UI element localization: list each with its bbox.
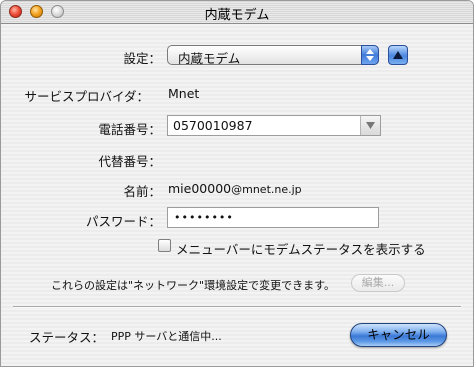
settings-popup-value: 内蔵モデム <box>178 51 241 66</box>
settings-label: 設定： <box>123 51 161 66</box>
triangle-up-icon <box>393 51 403 59</box>
disclosure-button[interactable] <box>388 45 408 65</box>
password-value: •••••••• <box>174 211 234 224</box>
status-value: PPP サーバと通信中... <box>111 330 222 343</box>
cancel-button[interactable]: キャンセル <box>350 323 447 347</box>
name-user: mie00000 <box>168 181 232 196</box>
settings-popup[interactable]: 内蔵モデム <box>167 45 379 66</box>
name-value: mie00000@mnet.ne.jp <box>168 181 302 196</box>
menubar-status-checkbox[interactable] <box>158 239 171 252</box>
title-bar: 内蔵モデム <box>1 1 473 24</box>
status-label: ステータス： <box>29 330 105 345</box>
phone-combo-box[interactable]: 0570010987 <box>167 115 381 136</box>
settings-note: これらの設定は"ネットワーク"環境設定で変更できます。 <box>51 279 336 292</box>
phone-label: 電話番号： <box>98 122 161 137</box>
password-label: パスワード： <box>85 214 161 229</box>
name-label: 名前： <box>123 184 161 199</box>
name-domain: @mnet.ne.jp <box>231 183 302 196</box>
password-field[interactable]: •••••••• <box>167 207 379 228</box>
phone-value: 0570010987 <box>173 118 253 133</box>
alt-phone-label: 代替番号： <box>98 154 161 169</box>
dialog-window: 内蔵モデム 設定： 内蔵モデム サービスプロバイダ： Mnet 電話番号： 05… <box>0 0 474 367</box>
updown-arrows-icon <box>361 45 379 65</box>
provider-value: Mnet <box>168 86 200 101</box>
edit-button[interactable]: 編集... <box>351 274 405 292</box>
separator <box>13 306 461 308</box>
provider-label: サービスプロバイダ： <box>24 89 149 104</box>
triangle-down-icon <box>366 122 375 129</box>
menubar-status-checkbox-label[interactable]: メニューバーにモデムステータスを表示する <box>176 239 426 258</box>
phone-dropdown-button[interactable] <box>360 116 380 135</box>
window-title: 内蔵モデム <box>204 8 270 23</box>
